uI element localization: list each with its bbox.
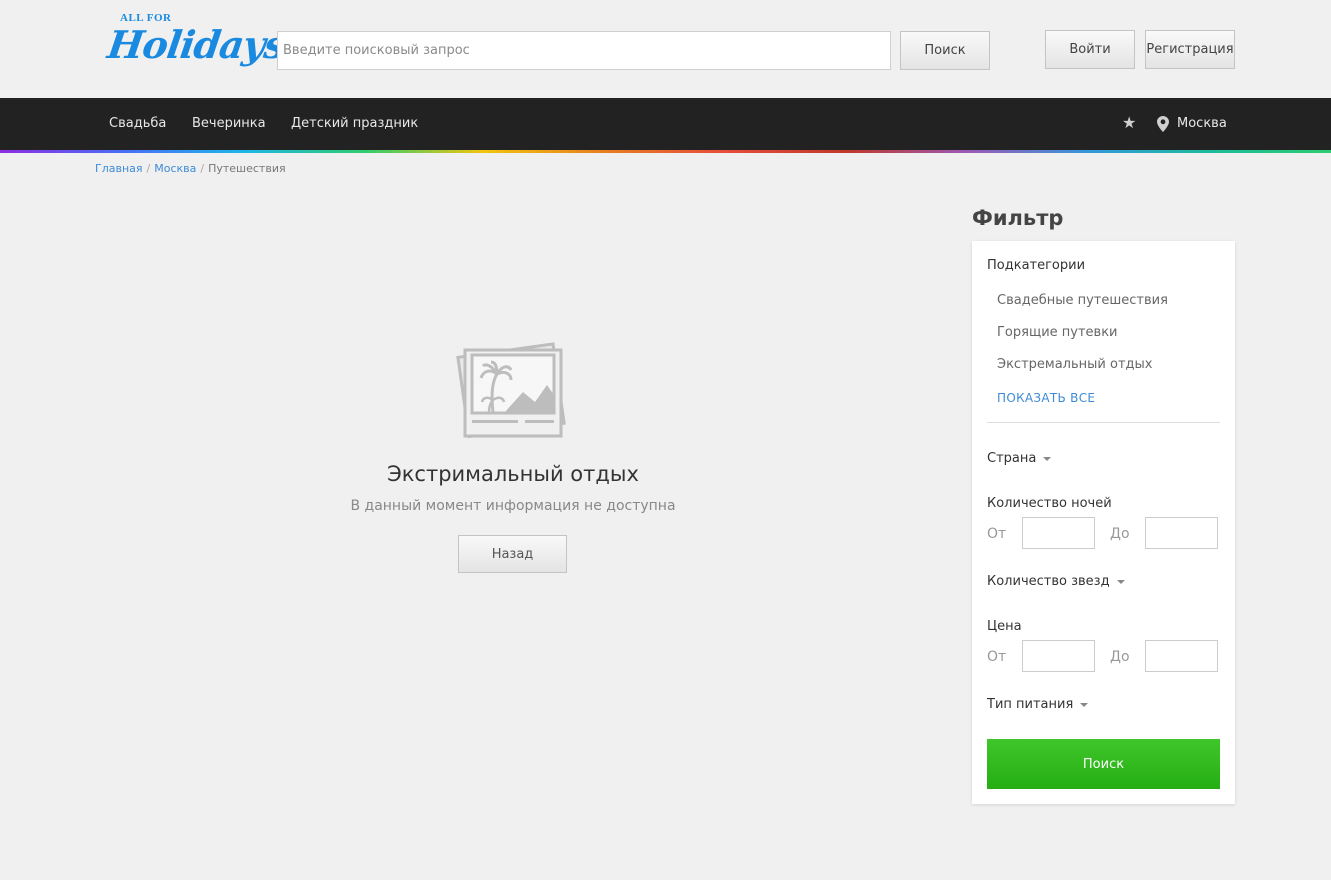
filter-divider [987,422,1220,423]
breadcrumb-city[interactable]: Москва [154,162,196,175]
back-button[interactable]: Назад [458,535,567,573]
city-selector[interactable]: Москва [1177,116,1227,131]
subcategory-item[interactable]: Экстремальный отдых [997,357,1152,372]
subcategory-item[interactable]: Свадебные путешествия [997,293,1168,308]
nights-to-label: До [1110,526,1130,542]
breadcrumb-home[interactable]: Главная [95,162,143,175]
caret-down-icon [1116,579,1125,584]
filter-panel: Подкатегории Свадебные путешествия Горящ… [972,241,1235,804]
photo-placeholder-icon [456,342,566,439]
logo-main-text: Holidays [104,22,288,67]
price-to-input[interactable] [1145,640,1218,672]
country-label: Страна [987,451,1037,466]
nights-from-label: От [987,526,1007,542]
stars-dropdown[interactable]: Количество звезд [987,574,1125,589]
price-from-label: От [987,649,1007,665]
nights-label: Количество ночей [987,496,1112,511]
nav-item-kids-party[interactable]: Детский праздник [291,116,418,131]
show-all-link[interactable]: ПОКАЗАТЬ ВСЕ [997,391,1095,405]
nav-item-party[interactable]: Вечеринка [192,116,266,131]
logo[interactable]: ALL FOR Holidays [105,10,288,88]
meal-type-dropdown[interactable]: Тип питания [987,697,1089,712]
empty-state-description: В данный момент информация не доступна [350,498,676,514]
stars-label: Количество звезд [987,574,1110,589]
empty-state-title: Экстримальный отдых [387,462,639,486]
location-pin-icon[interactable] [1157,116,1169,132]
search-button[interactable]: Поиск [900,31,990,70]
caret-down-icon [1043,456,1052,461]
filter-search-button[interactable]: Поиск [987,739,1220,789]
caret-down-icon [1080,702,1089,707]
country-dropdown[interactable]: Страна [987,451,1052,466]
nav-rainbow-divider [0,150,1331,153]
login-button[interactable]: Войти [1045,30,1135,69]
nights-from-input[interactable] [1022,517,1095,549]
subcategories-label: Подкатегории [987,258,1086,273]
breadcrumb-separator: / [146,162,151,175]
price-to-label: До [1110,649,1130,665]
breadcrumb-separator: / [200,162,205,175]
breadcrumb: Главная / Москва / Путешествия [95,162,286,175]
nights-to-input[interactable] [1145,517,1218,549]
register-button[interactable]: Регистрация [1145,30,1235,69]
meal-type-label: Тип питания [987,697,1074,712]
price-label: Цена [987,619,1022,634]
star-icon[interactable]: ★ [1122,113,1136,132]
search-input[interactable] [277,31,891,70]
breadcrumb-current: Путешествия [208,162,286,175]
subcategory-item[interactable]: Горящие путевки [997,325,1118,340]
header: ALL FOR Holidays Поиск Войти Регистрация [0,0,1331,98]
filter-title: Фильтр [972,206,1064,230]
price-from-input[interactable] [1022,640,1095,672]
nav-item-wedding[interactable]: Свадьба [109,116,166,131]
